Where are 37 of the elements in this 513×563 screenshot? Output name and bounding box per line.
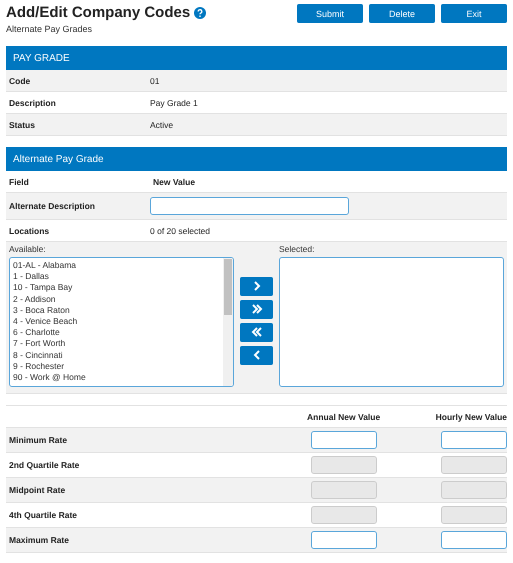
rate-label: Maximum Rate [8, 535, 70, 545]
action-button[interactable]: Exit [441, 4, 507, 23]
section-header: Alternate Pay Grade [6, 147, 507, 171]
field-label: Status [8, 120, 36, 130]
field-label: Alternate Description [8, 201, 96, 211]
list-item[interactable]: 1 - Dallas [13, 271, 220, 282]
list-label: Available: [9, 244, 47, 254]
list-item[interactable]: 9 - Rochester [13, 360, 220, 372]
section-header: PAY GRADE [6, 46, 507, 70]
field-value: 01 [150, 76, 160, 86]
list-item[interactable]: 01-AL - Alabama [13, 260, 220, 272]
rate-label: 4th Quartile Rate [8, 510, 78, 520]
list-item[interactable]: 7 - Fort Worth [13, 338, 220, 350]
field-label: Code [8, 76, 32, 86]
column-header: New Value [152, 176, 196, 186]
list-item[interactable]: 8 - Cincinnati [13, 350, 220, 361]
field-label: Locations [8, 226, 50, 236]
action-button[interactable]: Delete [369, 4, 435, 23]
list-label: Selected: [279, 244, 316, 254]
page-title: Add/Edit Company Codes [6, 4, 190, 21]
field-label: Description [8, 98, 57, 108]
page-subtitle: Alternate Pay Grades [6, 24, 94, 34]
field-value: 0 of 20 selected [150, 226, 210, 236]
field-value: Pay Grade 1 [150, 98, 198, 108]
rate-label: Midpoint Rate [8, 485, 66, 495]
action-button[interactable]: Submit [297, 4, 363, 23]
field-value: Active [150, 120, 174, 130]
list-item[interactable]: 4 - Venice Beach [13, 316, 220, 328]
rate-label: Minimum Rate [8, 435, 68, 445]
list-item[interactable]: 2 - Addison [13, 294, 220, 305]
list-item[interactable]: 10 - Tampa Bay [13, 282, 220, 294]
list-item[interactable]: 6 - Charlotte [13, 327, 220, 338]
list-item[interactable]: 90 - Work @ Home [13, 372, 220, 384]
available-list[interactable]: 01-AL - Alabama 1 - Dallas 10 - Tampa Bay 2 - Addison 3 - Boca Raton 4 - Venice Beach 6 - Charlotte 7 - Fort Worth 8 - Cincinnati 9 - Rochester 90 - Work @ Home [9, 257, 234, 387]
list-item[interactable]: 3 - Boca Raton [13, 304, 220, 316]
rate-label: 2nd Quartile Rate [8, 460, 80, 470]
column-header: Field [8, 176, 30, 186]
